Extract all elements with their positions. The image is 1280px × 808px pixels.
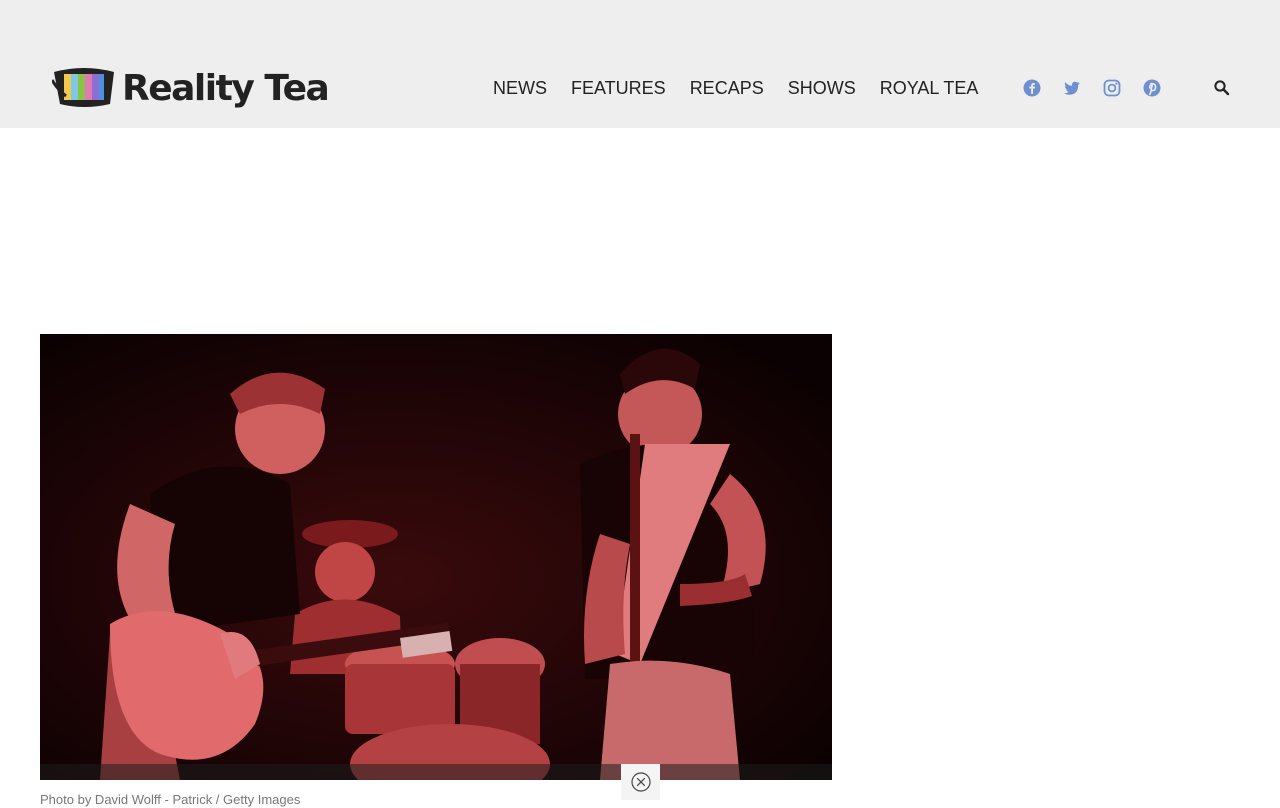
- nav-item-news[interactable]: NEWS: [493, 76, 547, 100]
- twitter-icon[interactable]: [1062, 78, 1082, 98]
- ad-slot: [0, 128, 1280, 334]
- nav-item-shows[interactable]: SHOWS: [788, 76, 856, 100]
- facebook-icon[interactable]: [1022, 78, 1042, 98]
- pinterest-icon[interactable]: [1142, 78, 1162, 98]
- main-nav: NEWS FEATURES RECAPS SHOWS ROYAL TEA: [493, 76, 978, 100]
- search-icon[interactable]: [1212, 78, 1232, 98]
- sticky-ad-bar: [40, 764, 832, 780]
- nav-item-recaps[interactable]: RECAPS: [690, 76, 764, 100]
- close-ad-button[interactable]: [621, 764, 660, 800]
- image-caption: Photo by David Wolff - Patrick / Getty I…: [40, 792, 301, 807]
- nav-item-features[interactable]: FEATURES: [571, 76, 666, 100]
- nav-item-royal-tea[interactable]: ROYAL TEA: [880, 76, 979, 100]
- site-header: Reality Tea NEWS FEATURES RECAPS SHOWS R…: [0, 0, 1280, 128]
- article-hero-image: [40, 334, 832, 780]
- instagram-icon[interactable]: [1102, 78, 1122, 98]
- brand-name: Reality Tea: [122, 68, 330, 109]
- site-logo[interactable]: Reality Tea: [52, 66, 330, 112]
- tv-icon: [52, 68, 114, 107]
- close-icon: [630, 772, 651, 792]
